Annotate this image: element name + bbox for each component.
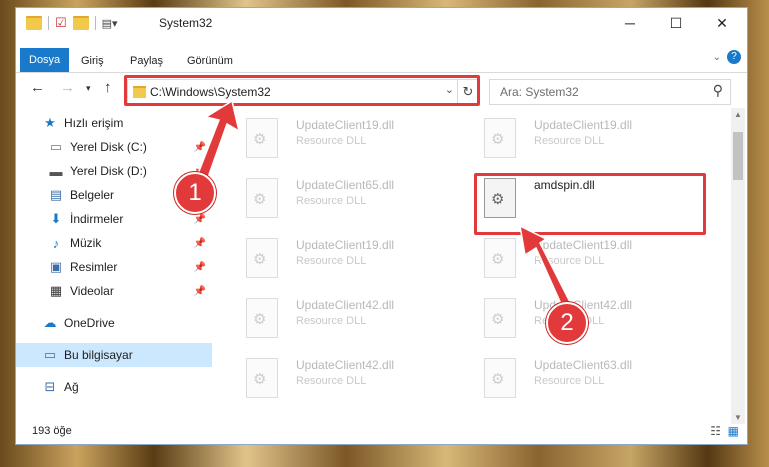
arrow-1 [195,99,241,184]
annotation-arrows [195,99,572,308]
step-1-badge: 1 [174,172,216,214]
arrow-2 [519,224,572,308]
step-2-badge: 2 [546,302,588,344]
